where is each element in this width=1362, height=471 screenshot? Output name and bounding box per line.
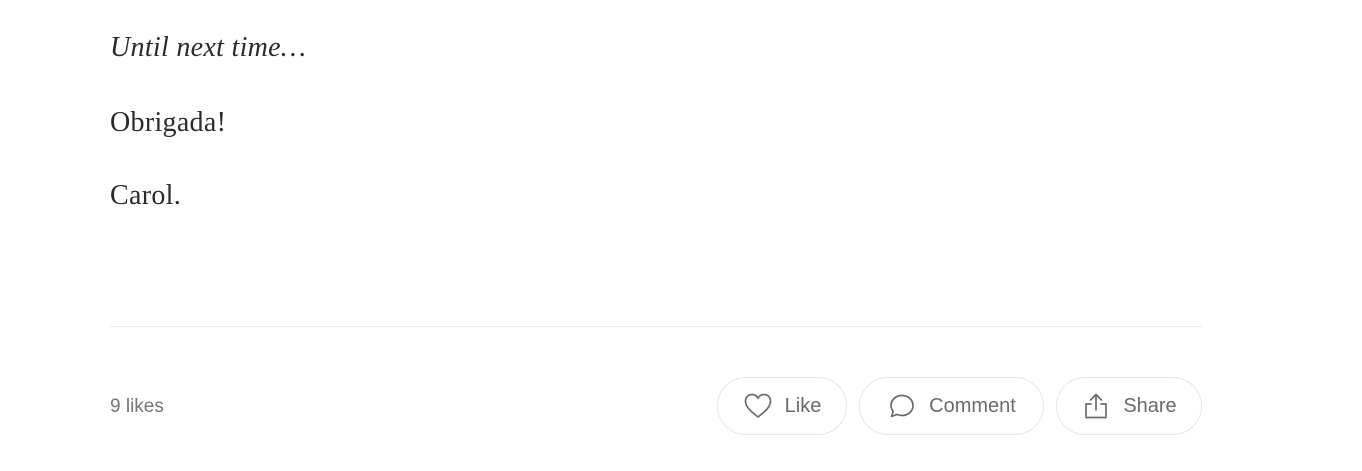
likes-count[interactable]: 9 likes [110,396,164,418]
share-button[interactable]: Share [1056,377,1202,435]
share-upload-icon [1081,391,1111,421]
closing-line: Until next time… [110,32,307,63]
signature-line: Carol. [110,180,182,211]
comment-label: Comment [929,394,1016,417]
comment-bubble-icon [887,391,917,421]
comment-button[interactable]: Comment [859,377,1044,435]
heart-icon [743,391,773,421]
thank-you-line: Obrigada! [110,107,227,138]
share-label: Share [1123,394,1177,417]
like-button[interactable]: Like [717,377,847,435]
like-label: Like [784,394,822,417]
divider [110,326,1202,327]
